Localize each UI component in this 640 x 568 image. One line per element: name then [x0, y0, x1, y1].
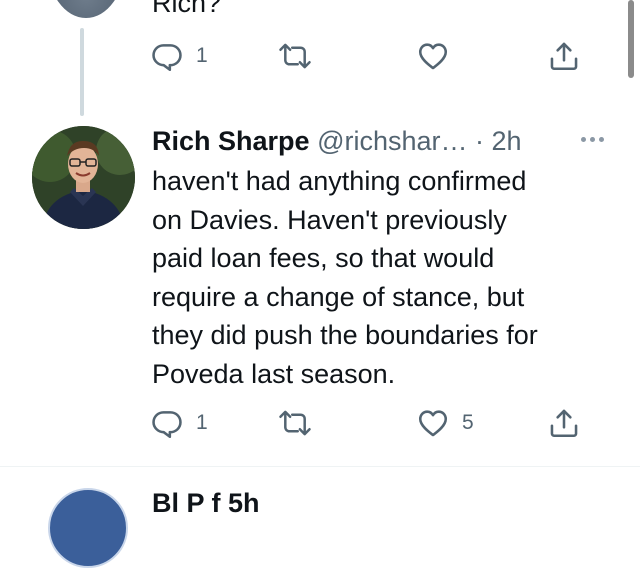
share-button[interactable] [547, 36, 581, 76]
tweet-text-line: Poveda last season. [152, 358, 396, 389]
previous-tweet-text: Rich? [152, 0, 222, 18]
author-avatar[interactable] [32, 126, 135, 229]
tweet-text-line: haven't had anything confirmed [152, 166, 527, 196]
retweet-icon [277, 39, 313, 73]
retweet-icon [277, 406, 313, 440]
share-icon [547, 39, 581, 73]
tweet-divider [0, 466, 640, 467]
like-button[interactable]: 5 [416, 403, 474, 443]
header-separator: · [467, 126, 492, 156]
previous-tweet-avatar[interactable] [47, 0, 125, 18]
previous-tweet-actions: 1 [150, 36, 590, 76]
author-handle[interactable]: @richshar… [317, 126, 467, 156]
tweet-header: Rich Sharpe @richshar… · 2h [152, 124, 522, 158]
tweet-text-line: require a change of stance, but [152, 281, 525, 312]
share-icon [547, 406, 581, 440]
tweet-actions: 1 5 [150, 403, 590, 443]
heart-icon [416, 39, 450, 73]
more-options-button[interactable] [572, 128, 612, 150]
reply-button[interactable]: 1 [150, 403, 208, 443]
reply-icon [150, 39, 184, 73]
author-display-name[interactable]: Rich Sharpe [152, 126, 310, 156]
tweet-text-line: paid loan fees, so that would [152, 243, 495, 273]
thread-connector-line [80, 28, 84, 116]
like-count: 5 [462, 411, 474, 434]
tweet-text-line: on Davies. Haven't previously [152, 204, 507, 235]
reply-count: 1 [196, 44, 208, 67]
reply-count: 1 [196, 411, 208, 434]
reply-button[interactable]: 1 [150, 36, 208, 76]
tweet-text-line: they did push the boundaries for [152, 320, 538, 350]
next-tweet-header: Bl P f 5h [152, 488, 260, 518]
heart-icon [416, 406, 450, 440]
tweet-text: haven't had anything confirmed on Davies… [152, 162, 602, 393]
share-button[interactable] [547, 403, 581, 443]
more-icon [580, 136, 604, 142]
next-tweet-avatar[interactable] [48, 488, 128, 568]
tweet-timestamp[interactable]: 2h [492, 126, 522, 156]
retweet-button[interactable] [277, 36, 313, 76]
retweet-button[interactable] [277, 403, 313, 443]
like-button[interactable] [416, 36, 450, 76]
reply-icon [150, 406, 184, 440]
scrollbar[interactable] [628, 0, 634, 78]
